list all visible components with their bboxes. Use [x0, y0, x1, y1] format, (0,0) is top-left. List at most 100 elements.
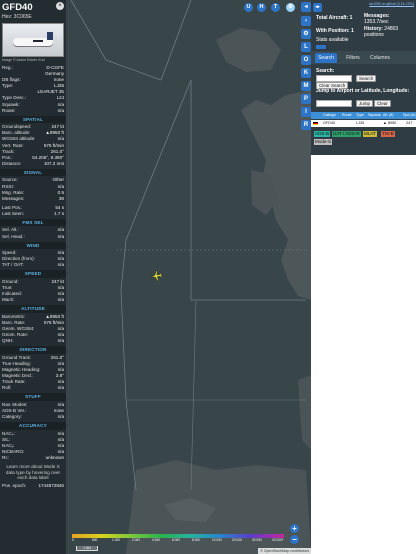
- col-squawk[interactable]: Squawk: [368, 112, 381, 119]
- accuracy-rows: NACₚ: n/a SIL: n/a NACᵥ: n/a NICBARO: n/a Rc: unk…: [0, 431, 66, 461]
- row-type: LJ35: [356, 121, 365, 125]
- table-row[interactable]: GFD40 LJ35 ▲ 8950 247: [311, 120, 416, 127]
- map-button-t[interactable]: T: [271, 3, 280, 12]
- source-mlat: MLAT: [363, 131, 377, 137]
- map-view[interactable]: UHT ⚙ ◂ ‹ ⚙ LOKMPIR + − 0 500 1 000 2 000 4 …: [66, 0, 311, 554]
- close-icon[interactable]: ×: [56, 2, 64, 10]
- tab-search[interactable]: Search: [315, 53, 337, 63]
- hex-value[interactable]: 3C065E: [14, 14, 32, 20]
- jump-button[interactable]: Jump: [356, 100, 374, 107]
- signal-label: Messages:: [2, 195, 25, 201]
- col-alt[interactable]: Alt. (ft): [383, 112, 394, 119]
- zoom-in-button[interactable]: +: [290, 524, 299, 533]
- wind-row: TAT / OAT: n/a: [0, 262, 66, 268]
- altitude-legend-label: 0: [72, 538, 74, 542]
- registration-label: Type:: [2, 83, 14, 89]
- aircraft-marker[interactable]: [150, 270, 163, 282]
- altitude-legend-label: 8 000: [192, 538, 200, 542]
- fms-rows: Sel. Alt.: n/a Sel. Head.: n/a: [0, 227, 66, 239]
- registration-row: Route: n/a: [0, 108, 66, 114]
- section-direction: DIRECTION: [0, 346, 66, 354]
- pos-epoch-value: 1744872846: [38, 483, 64, 489]
- with-position-label: With Position:: [316, 28, 350, 34]
- stuff-rows: Nav. Modes: n/a ADS-B Ver.: none Category: n/…: [0, 402, 66, 420]
- map-side-button-i[interactable]: I: [301, 107, 311, 117]
- signal-value: 38: [58, 195, 64, 201]
- search-input[interactable]: [316, 75, 352, 82]
- wind-label: TAT / OAT:: [2, 262, 24, 268]
- tab-columns[interactable]: Columns: [367, 53, 393, 63]
- col-route[interactable]: Route: [342, 112, 352, 119]
- stuff-row: Category: n/a: [0, 414, 66, 420]
- map-side-button-l[interactable]: L: [301, 42, 311, 52]
- map-side-button-o[interactable]: O: [301, 55, 311, 65]
- toggle-sidebar-icon[interactable]: ◂▸: [313, 3, 322, 12]
- toggle-panel-arrow-icon[interactable]: ◂: [301, 2, 311, 12]
- with-position-value: 1: [350, 28, 354, 34]
- section-altitude: ALTITUDE: [0, 305, 66, 313]
- photo-credit[interactable]: Image © Aaron Esben Krul: [2, 58, 64, 62]
- speed-label: Mach:: [2, 297, 15, 303]
- fms-value: n/a: [57, 233, 64, 239]
- land-far-east: [298, 375, 311, 450]
- speed-value: n/a: [57, 297, 64, 303]
- fms-row: Sel. Head.: n/a: [0, 234, 66, 240]
- altitude-legend-label: 20 000: [232, 538, 242, 542]
- version-link[interactable]: tar1090 on github (3.14.1701): [369, 2, 414, 6]
- pos-epoch-row: Pos. epoch: 1744872846: [0, 483, 66, 489]
- layers-icon[interactable]: ⚙: [286, 3, 295, 12]
- zoom-out-button[interactable]: −: [290, 535, 299, 544]
- aircraft-list-panel: ◂▸ tar1090 on github (3.14.1701) Total A…: [311, 0, 416, 554]
- col-type[interactable]: Type: [356, 112, 364, 119]
- stuff-value: n/a: [57, 414, 64, 420]
- section-signal: SIGNAL: [0, 168, 66, 177]
- col-callsign[interactable]: Callsign: [323, 112, 336, 119]
- map-side-button-k[interactable]: K: [301, 68, 311, 78]
- accuracy-value: unknown: [45, 455, 64, 460]
- map-button-h[interactable]: H: [257, 3, 266, 12]
- source-uat: UAT / ADS-R: [332, 131, 361, 137]
- altitude-legend-label: 10 000: [212, 538, 222, 542]
- source-modes: Mode-S: [314, 139, 333, 145]
- col-spd[interactable]: Spd (kt): [403, 112, 416, 119]
- tab-filters[interactable]: Filters: [341, 53, 365, 63]
- collapse-arrow-icon[interactable]: ‹: [301, 16, 311, 26]
- jump-label: Jump to Airport or Latitude, Longitude:: [316, 88, 410, 94]
- altitude-row: QNH: n/a: [0, 338, 66, 344]
- section-stuff: STUFF: [0, 393, 66, 401]
- altitude-legend-label: 30 000: [252, 538, 262, 542]
- signal-time-value: 1.7 s: [54, 210, 64, 216]
- settings-gear-icon[interactable]: ⚙: [301, 29, 311, 39]
- spatial-rows: Groundspeed: 247 kt Baro. altitude: ▲8950 f…: [0, 124, 66, 167]
- selected-callsign: GFD40: [2, 2, 33, 13]
- info-header: GFD40 Hex: 3C065E ×: [0, 0, 66, 21]
- map-canvas[interactable]: [66, 0, 311, 554]
- search-button[interactable]: Search: [356, 75, 377, 82]
- map-side-button-m[interactable]: M: [301, 81, 311, 91]
- stats-available-link[interactable]: Stats available: [316, 37, 349, 44]
- messages-value: 1353.7/sec: [364, 18, 389, 25]
- aircraft-photo[interactable]: [2, 23, 64, 57]
- row-callsign: GFD40: [323, 121, 336, 125]
- signal-time-label: Last Seen:: [2, 210, 24, 216]
- spatial-row: Distance: 107.2 nmi: [0, 161, 66, 167]
- with-position-line: With Position: 1: [316, 28, 354, 35]
- registration-label: Reg.:: [2, 65, 13, 70]
- altitude-legend-label: 1 000: [112, 538, 120, 542]
- map-side-button-p[interactable]: P: [301, 94, 311, 104]
- section-fms-sel: FMS SEL: [0, 218, 66, 227]
- registration-rows: Reg.: D-CGFE Germany DB flags: none Type: LJ35…: [0, 65, 66, 114]
- map-attribution[interactable]: © OpenStreetMap contributors: [258, 548, 311, 554]
- jump-input[interactable]: [316, 100, 352, 107]
- clear-jump-button[interactable]: Clear: [374, 100, 391, 107]
- total-aircraft-label: Total Aircraft:: [316, 15, 349, 21]
- fms-label: Sel. Head.:: [2, 233, 25, 239]
- island-north: [216, 28, 281, 72]
- map-button-u[interactable]: U: [244, 3, 253, 12]
- direction-label: Roll:: [2, 385, 12, 391]
- altitude-legend-label: 6 000: [172, 538, 180, 542]
- row-alt: ▲ 8950: [383, 121, 397, 125]
- accuracy-label: Rc:: [2, 455, 9, 460]
- section-spatial: SPATIAL: [0, 115, 66, 124]
- map-side-button-r[interactable]: R: [301, 120, 311, 130]
